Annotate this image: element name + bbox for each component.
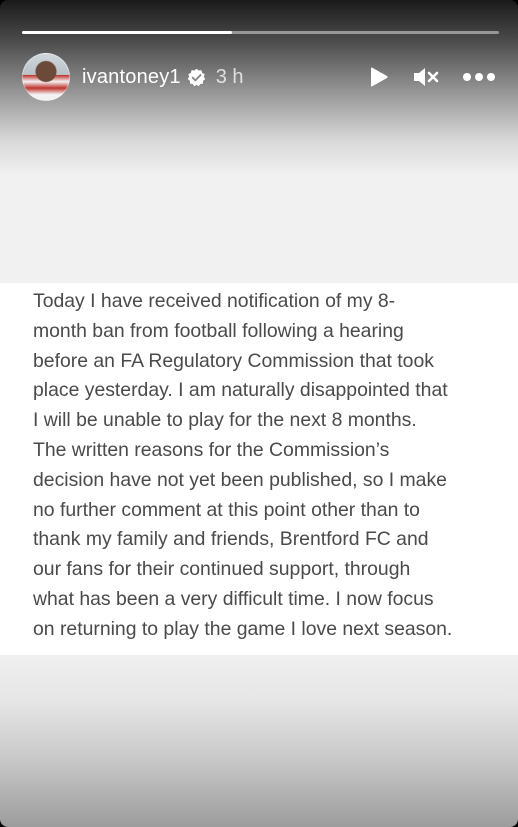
story-header: ivantoney1 3 h (22, 52, 496, 102)
statement-text: Today I have received notification of my… (33, 290, 453, 640)
avatar[interactable] (22, 53, 70, 101)
muted-speaker-icon[interactable] (412, 63, 440, 91)
time-ago: 3 h (215, 65, 244, 88)
story-progress-fill (22, 31, 232, 34)
verified-badge-icon (187, 68, 206, 87)
statement-card: Today I have received notification of my… (0, 283, 518, 655)
play-icon[interactable] (364, 63, 392, 91)
story-progress-bar (22, 31, 499, 34)
username[interactable]: ivantoney1 (82, 66, 181, 89)
more-options-icon[interactable] (462, 63, 496, 91)
story-viewer[interactable]: ivantoney1 3 h Today I have received not… (0, 0, 518, 827)
story-controls (364, 63, 496, 91)
